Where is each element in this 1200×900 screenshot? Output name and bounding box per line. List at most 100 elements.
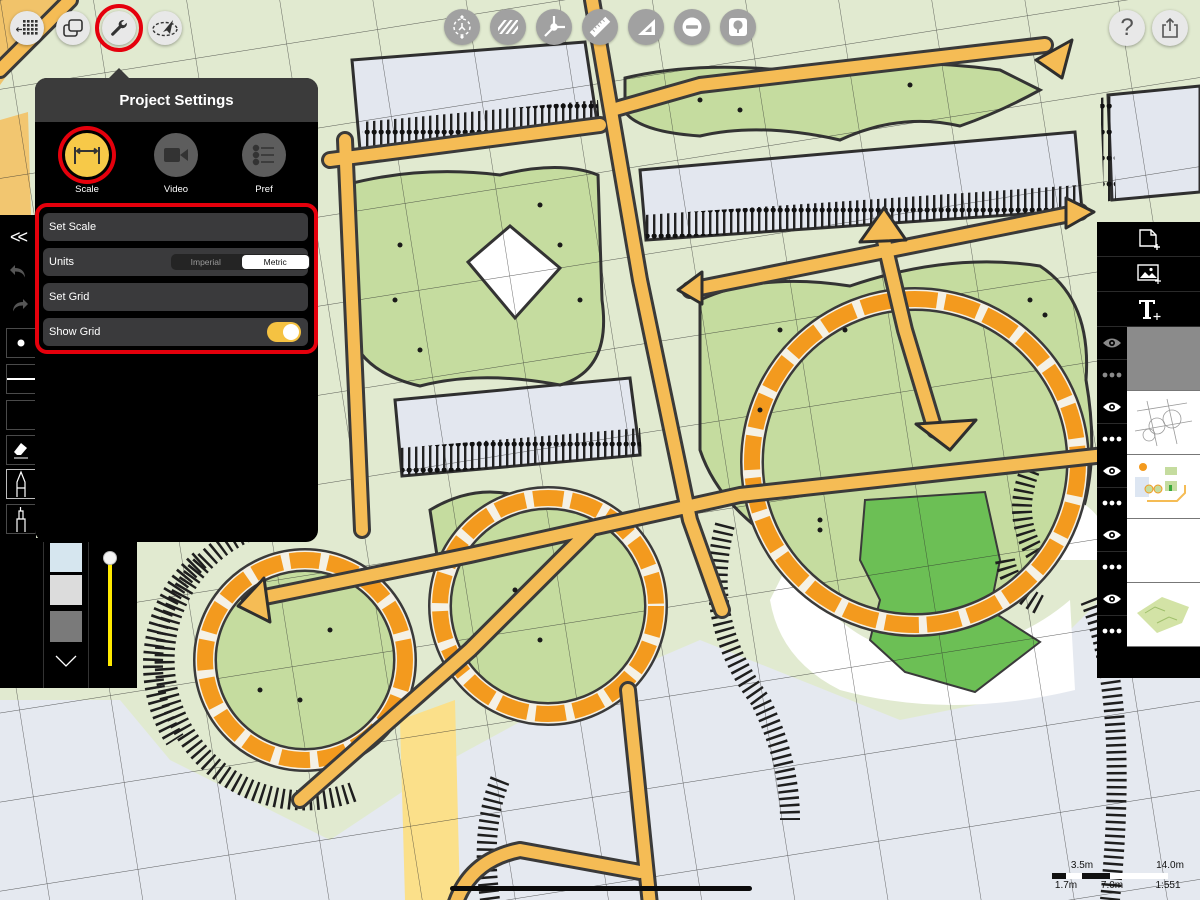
eraser-tool[interactable] — [6, 435, 36, 465]
help-button[interactable]: ? — [1109, 10, 1145, 46]
layer-visibility-toggle[interactable] — [1097, 327, 1127, 360]
set-grid-label: Set Grid — [49, 291, 90, 303]
layer-visibility-toggle[interactable] — [1097, 519, 1127, 552]
perspective-button[interactable] — [536, 9, 572, 45]
project-settings-button[interactable] — [102, 11, 136, 45]
units-option-metric[interactable]: Metric — [241, 255, 309, 269]
tab-video-label: Video — [163, 184, 189, 195]
gallery-grid-icon — [16, 20, 38, 35]
undo-icon — [10, 265, 25, 278]
set-scale-row[interactable]: Set Scale — [43, 213, 308, 241]
units-row: Units Imperial Metric — [43, 248, 310, 276]
units-label: Units — [49, 256, 75, 268]
add-text-icon — [1138, 300, 1160, 320]
tab-scale[interactable]: Scale — [57, 133, 117, 195]
tab-scale-label: Scale — [75, 184, 99, 195]
layer-options-button[interactable] — [1097, 615, 1127, 647]
ellipsis-icon — [1102, 564, 1122, 570]
layer-visibility-toggle[interactable] — [1097, 583, 1127, 616]
empty-tool-slot[interactable] — [6, 400, 36, 430]
video-camera-icon — [164, 148, 188, 162]
layer-thumbnail[interactable] — [1127, 391, 1200, 455]
more-colors-button[interactable] — [55, 654, 77, 672]
units-segmented-control[interactable]: Imperial Metric — [171, 254, 310, 270]
scale-bar — [1052, 873, 1168, 879]
duplicate-pages-icon — [63, 19, 83, 37]
color-swatch-light-blue[interactable] — [50, 543, 82, 572]
sketch-thumbnail — [1134, 398, 1193, 447]
layer-item[interactable] — [1097, 327, 1200, 391]
tab-video[interactable]: Video — [146, 133, 206, 195]
layer-options-button[interactable] — [1097, 359, 1127, 391]
popover-caret — [108, 68, 130, 79]
units-option-imperial[interactable]: Imperial — [172, 255, 240, 269]
duplicate-button[interactable] — [56, 11, 90, 45]
eye-icon — [1103, 594, 1121, 604]
new-layer-button[interactable] — [1097, 222, 1200, 257]
palette-divider — [43, 542, 44, 688]
home-indicator[interactable] — [450, 886, 752, 891]
eye-icon — [1103, 338, 1121, 348]
brush-size-slider-handle[interactable] — [104, 552, 116, 564]
import-image-button[interactable] — [1097, 257, 1200, 292]
layer-visibility-toggle[interactable] — [1097, 455, 1127, 488]
scale-label-lower: 7.0m — [1100, 880, 1124, 891]
transform-icon — [453, 15, 471, 39]
show-grid-label: Show Grid — [49, 326, 101, 338]
add-image-icon — [1136, 264, 1161, 284]
transform-button[interactable] — [444, 9, 480, 45]
line-weight-icon — [7, 378, 35, 380]
palette-divider — [88, 542, 89, 688]
scale-bar-segment — [1052, 873, 1066, 879]
add-text-button[interactable] — [1097, 292, 1200, 327]
lasso-select-icon — [152, 20, 178, 37]
fine-liner-tool[interactable] — [6, 504, 36, 534]
set-square-button[interactable] — [628, 9, 664, 45]
show-grid-row: Show Grid — [43, 318, 308, 346]
scale-ratio: 1:551 — [1155, 880, 1181, 891]
layer-thumbnail[interactable] — [1127, 455, 1200, 519]
collapse-toolbar-button[interactable]: << — [10, 227, 28, 248]
line-weight-tool[interactable] — [6, 364, 36, 394]
share-icon — [1162, 17, 1178, 38]
layer-item[interactable] — [1097, 519, 1200, 583]
tree-stamp-icon — [729, 18, 747, 36]
pen-tool[interactable] — [6, 469, 36, 499]
video-tab-circle — [154, 133, 198, 177]
undo-button[interactable] — [9, 263, 29, 286]
shape-button[interactable] — [674, 9, 710, 45]
ellipsis-icon — [1102, 372, 1122, 378]
layer-options-button[interactable] — [1097, 487, 1127, 519]
set-grid-row[interactable]: Set Grid — [43, 283, 308, 311]
color-swatch-gray[interactable] — [50, 611, 82, 642]
help-icon: ? — [1120, 14, 1134, 41]
layer-item[interactable] — [1097, 455, 1200, 519]
show-grid-toggle[interactable] — [267, 322, 301, 342]
hatch-button[interactable] — [490, 9, 526, 45]
lasso-select-button[interactable] — [148, 11, 182, 45]
layer-thumbnail[interactable] — [1127, 327, 1200, 391]
brush-size-slider[interactable] — [104, 552, 116, 666]
layer-options-button[interactable] — [1097, 423, 1127, 455]
layer-options-button[interactable] — [1097, 551, 1127, 583]
eraser-icon — [14, 443, 28, 459]
layer-item[interactable] — [1097, 391, 1200, 455]
perspective-axes-icon — [544, 16, 565, 37]
ellipsis-icon — [1102, 500, 1122, 506]
layer-thumbnail[interactable] — [1127, 519, 1200, 583]
ruler-button[interactable] — [582, 9, 618, 45]
layer-item[interactable] — [1097, 583, 1200, 647]
layer-visibility-toggle[interactable] — [1097, 391, 1127, 424]
ellipsis-icon — [1102, 436, 1122, 442]
gallery-button[interactable] — [10, 11, 44, 45]
tab-pref[interactable]: Pref — [234, 133, 294, 195]
hatch-icon — [498, 20, 518, 34]
eye-icon — [1103, 402, 1121, 412]
color-swatch-light-gray[interactable] — [50, 575, 82, 605]
redo-button[interactable] — [9, 297, 29, 320]
dot-size-tool[interactable] — [6, 328, 36, 358]
share-button[interactable] — [1152, 10, 1188, 46]
layer-thumbnail[interactable] — [1127, 583, 1200, 647]
color-palette-panel — [0, 538, 137, 688]
stamp-button[interactable] — [720, 9, 756, 45]
